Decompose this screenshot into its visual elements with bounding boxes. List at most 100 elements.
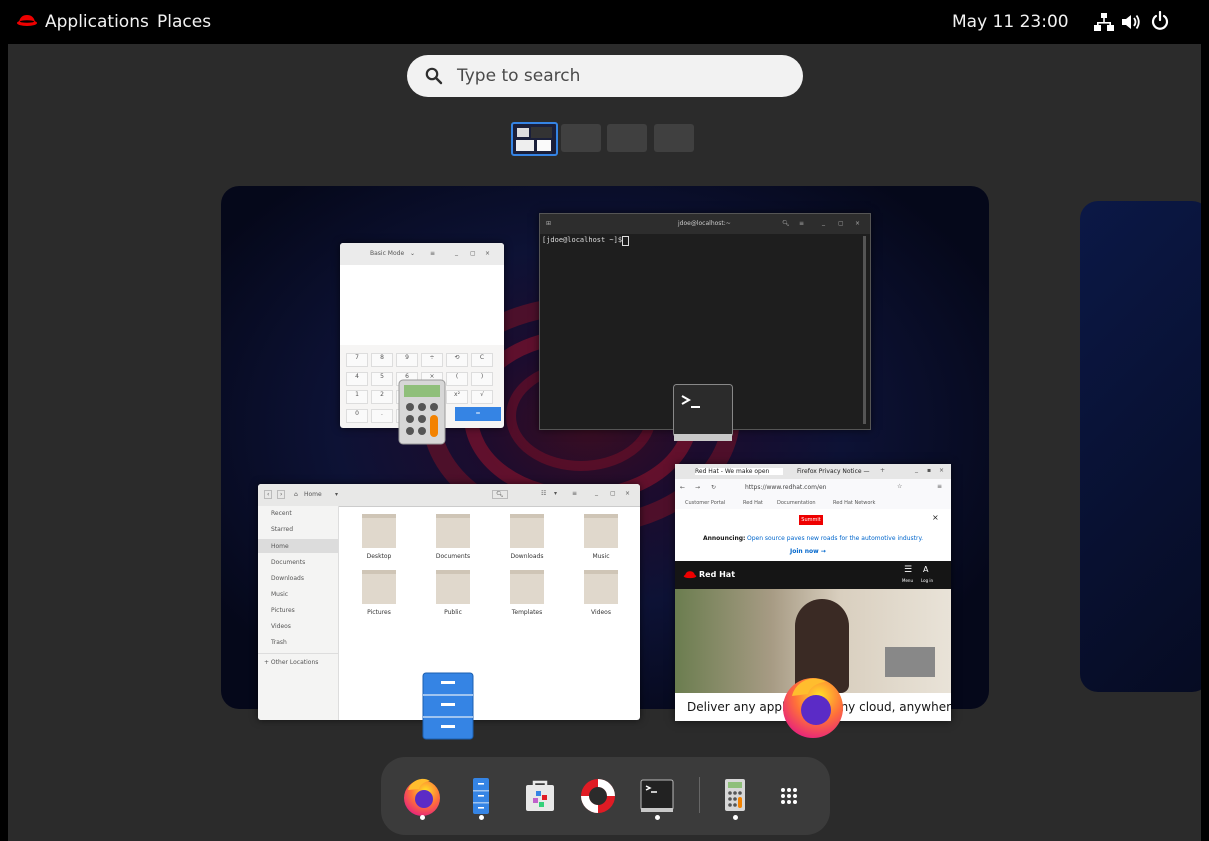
tab-privacy-notice[interactable]: Firefox Privacy Notice —: [797, 468, 875, 475]
calc-key[interactable]: 2: [371, 390, 393, 404]
firefox-app-icon[interactable]: [780, 672, 846, 740]
folder-templates[interactable]: Templates: [504, 570, 550, 616]
terminal-menu-icon[interactable]: ≡: [799, 220, 804, 227]
folder-documents[interactable]: Documents: [430, 514, 476, 560]
sidebar-item-pictures[interactable]: Pictures: [271, 607, 295, 614]
calc-key[interactable]: C: [471, 353, 493, 367]
calc-key[interactable]: ÷: [421, 353, 443, 367]
dash-software-icon[interactable]: [519, 775, 561, 817]
firefox-menu-icon[interactable]: ≡: [937, 483, 942, 490]
close-icon[interactable]: ×: [485, 250, 490, 257]
banner-close-icon[interactable]: ×: [932, 513, 939, 522]
search-entry[interactable]: Type to search: [407, 55, 803, 97]
calculator-app-icon[interactable]: [398, 379, 446, 445]
sidebar-item-documents[interactable]: Documents: [271, 559, 305, 566]
maximize-icon[interactable]: ▢: [610, 490, 616, 497]
folder-videos[interactable]: Videos: [578, 570, 624, 616]
nav-back-icon[interactable]: ←: [680, 484, 685, 491]
nav-forward-icon[interactable]: →: [695, 484, 700, 491]
terminal-app-icon[interactable]: [673, 384, 733, 442]
tab-redhat[interactable]: Red Hat - We make open: [695, 468, 783, 475]
minimize-icon[interactable]: _: [915, 466, 918, 473]
sidebar-item-music[interactable]: Music: [271, 591, 288, 598]
home-path-icon[interactable]: ⌂: [294, 491, 298, 498]
maximize-icon[interactable]: ▢: [838, 220, 844, 227]
bookmark-red-hat-network[interactable]: Red Hat Network: [833, 500, 875, 506]
dash-help-icon[interactable]: [577, 775, 619, 817]
bookmark-red-hat[interactable]: Red Hat: [743, 500, 763, 506]
folder-downloads[interactable]: Downloads: [504, 514, 550, 560]
minimize-icon[interactable]: _: [455, 249, 458, 256]
calc-key[interactable]: ): [471, 371, 493, 386]
dash-calculator-icon[interactable]: [714, 775, 756, 817]
url-bar[interactable]: https://www.redhat.com/en: [745, 484, 827, 491]
terminal-search-icon[interactable]: 🔍︎: [782, 220, 790, 227]
folder-desktop[interactable]: Desktop: [356, 514, 402, 560]
files-app-icon[interactable]: [422, 672, 474, 740]
next-workspace-preview[interactable]: [1080, 201, 1201, 692]
volume-icon[interactable]: [1121, 13, 1141, 31]
places-menu[interactable]: Places: [157, 12, 211, 32]
folder-pictures[interactable]: Pictures: [356, 570, 402, 616]
path-dropdown-icon[interactable]: ▾: [335, 491, 338, 498]
view-options-icon[interactable]: ▾: [554, 490, 557, 497]
calc-equals-key[interactable]: =: [455, 407, 501, 421]
files-search-icon[interactable]: 🔍︎: [492, 490, 508, 499]
dash-app-grid-icon[interactable]: [768, 775, 810, 817]
applications-menu[interactable]: Applications: [45, 12, 149, 32]
sidebar-item-videos[interactable]: Videos: [271, 623, 291, 630]
forward-icon[interactable]: ›: [277, 490, 286, 499]
calc-key[interactable]: .: [371, 408, 393, 423]
calc-key[interactable]: 1: [346, 390, 368, 404]
minimize-icon[interactable]: _: [822, 219, 825, 226]
calc-key[interactable]: √: [471, 390, 493, 404]
network-icon[interactable]: [1094, 12, 1114, 32]
view-list-icon[interactable]: ☷: [541, 490, 546, 497]
workspace-thumbnail-3[interactable]: [607, 124, 647, 152]
sidebar-item-trash[interactable]: Trash: [271, 639, 287, 646]
calc-key[interactable]: 5: [371, 371, 393, 386]
maximize-icon[interactable]: ▢: [470, 250, 476, 257]
terminal-scrollbar[interactable]: [863, 236, 866, 424]
sidebar-item-recent[interactable]: Recent: [271, 510, 292, 517]
announcing-text[interactable]: Open source paves new roads for the auto…: [747, 535, 923, 542]
calc-key[interactable]: 4: [346, 371, 368, 386]
new-tab-button-icon[interactable]: +: [880, 467, 885, 474]
bookmark-star-icon[interactable]: ☆: [897, 483, 902, 490]
site-menu-icon[interactable]: ☰: [904, 565, 912, 575]
clock[interactable]: May 11 23:00: [952, 12, 1069, 32]
redhat-brand[interactable]: Red Hat: [699, 570, 735, 579]
bookmark-customer-portal[interactable]: Customer Portal: [685, 500, 725, 506]
dash-terminal-icon[interactable]: [636, 775, 678, 817]
dash-files-icon[interactable]: [460, 775, 502, 817]
sidebar-item-other-locations[interactable]: + Other Locations: [264, 659, 318, 666]
folder-public[interactable]: Public: [430, 570, 476, 616]
calc-key[interactable]: ⟲: [446, 353, 468, 367]
folder-music[interactable]: Music: [578, 514, 624, 560]
sidebar-item-starred[interactable]: Starred: [271, 526, 293, 533]
join-now-link[interactable]: Join now →: [790, 548, 826, 555]
workspace-thumbnail-1[interactable]: [511, 122, 558, 156]
reload-icon[interactable]: ↻: [711, 484, 716, 491]
workspace-thumbnail-2[interactable]: [561, 124, 601, 152]
calc-key[interactable]: 0: [346, 408, 368, 423]
calc-key[interactable]: 8: [371, 353, 393, 367]
bookmark-documentation[interactable]: Documentation: [777, 500, 816, 506]
login-icon[interactable]: A: [923, 565, 928, 574]
calc-key[interactable]: 9: [396, 353, 418, 367]
workspace-thumbnail-4[interactable]: [654, 124, 694, 152]
new-tab-icon[interactable]: ⊞: [546, 220, 551, 227]
calculator-mode-arrow-icon[interactable]: ⌄: [410, 250, 415, 257]
power-icon[interactable]: [1151, 11, 1169, 31]
maximize-icon[interactable]: ▪: [927, 467, 931, 474]
minimize-icon[interactable]: _: [595, 489, 598, 496]
calc-key[interactable]: x²: [446, 390, 468, 404]
calc-key[interactable]: 7: [346, 353, 368, 367]
path-bar-home[interactable]: Home: [304, 491, 322, 498]
close-icon[interactable]: ×: [855, 220, 860, 227]
calculator-menu-icon[interactable]: ≡: [430, 250, 435, 257]
dash-firefox-icon[interactable]: [401, 775, 443, 817]
close-icon[interactable]: ×: [625, 490, 630, 497]
calc-key[interactable]: (: [446, 371, 468, 386]
calculator-mode-selector[interactable]: Basic Mode: [370, 250, 404, 257]
